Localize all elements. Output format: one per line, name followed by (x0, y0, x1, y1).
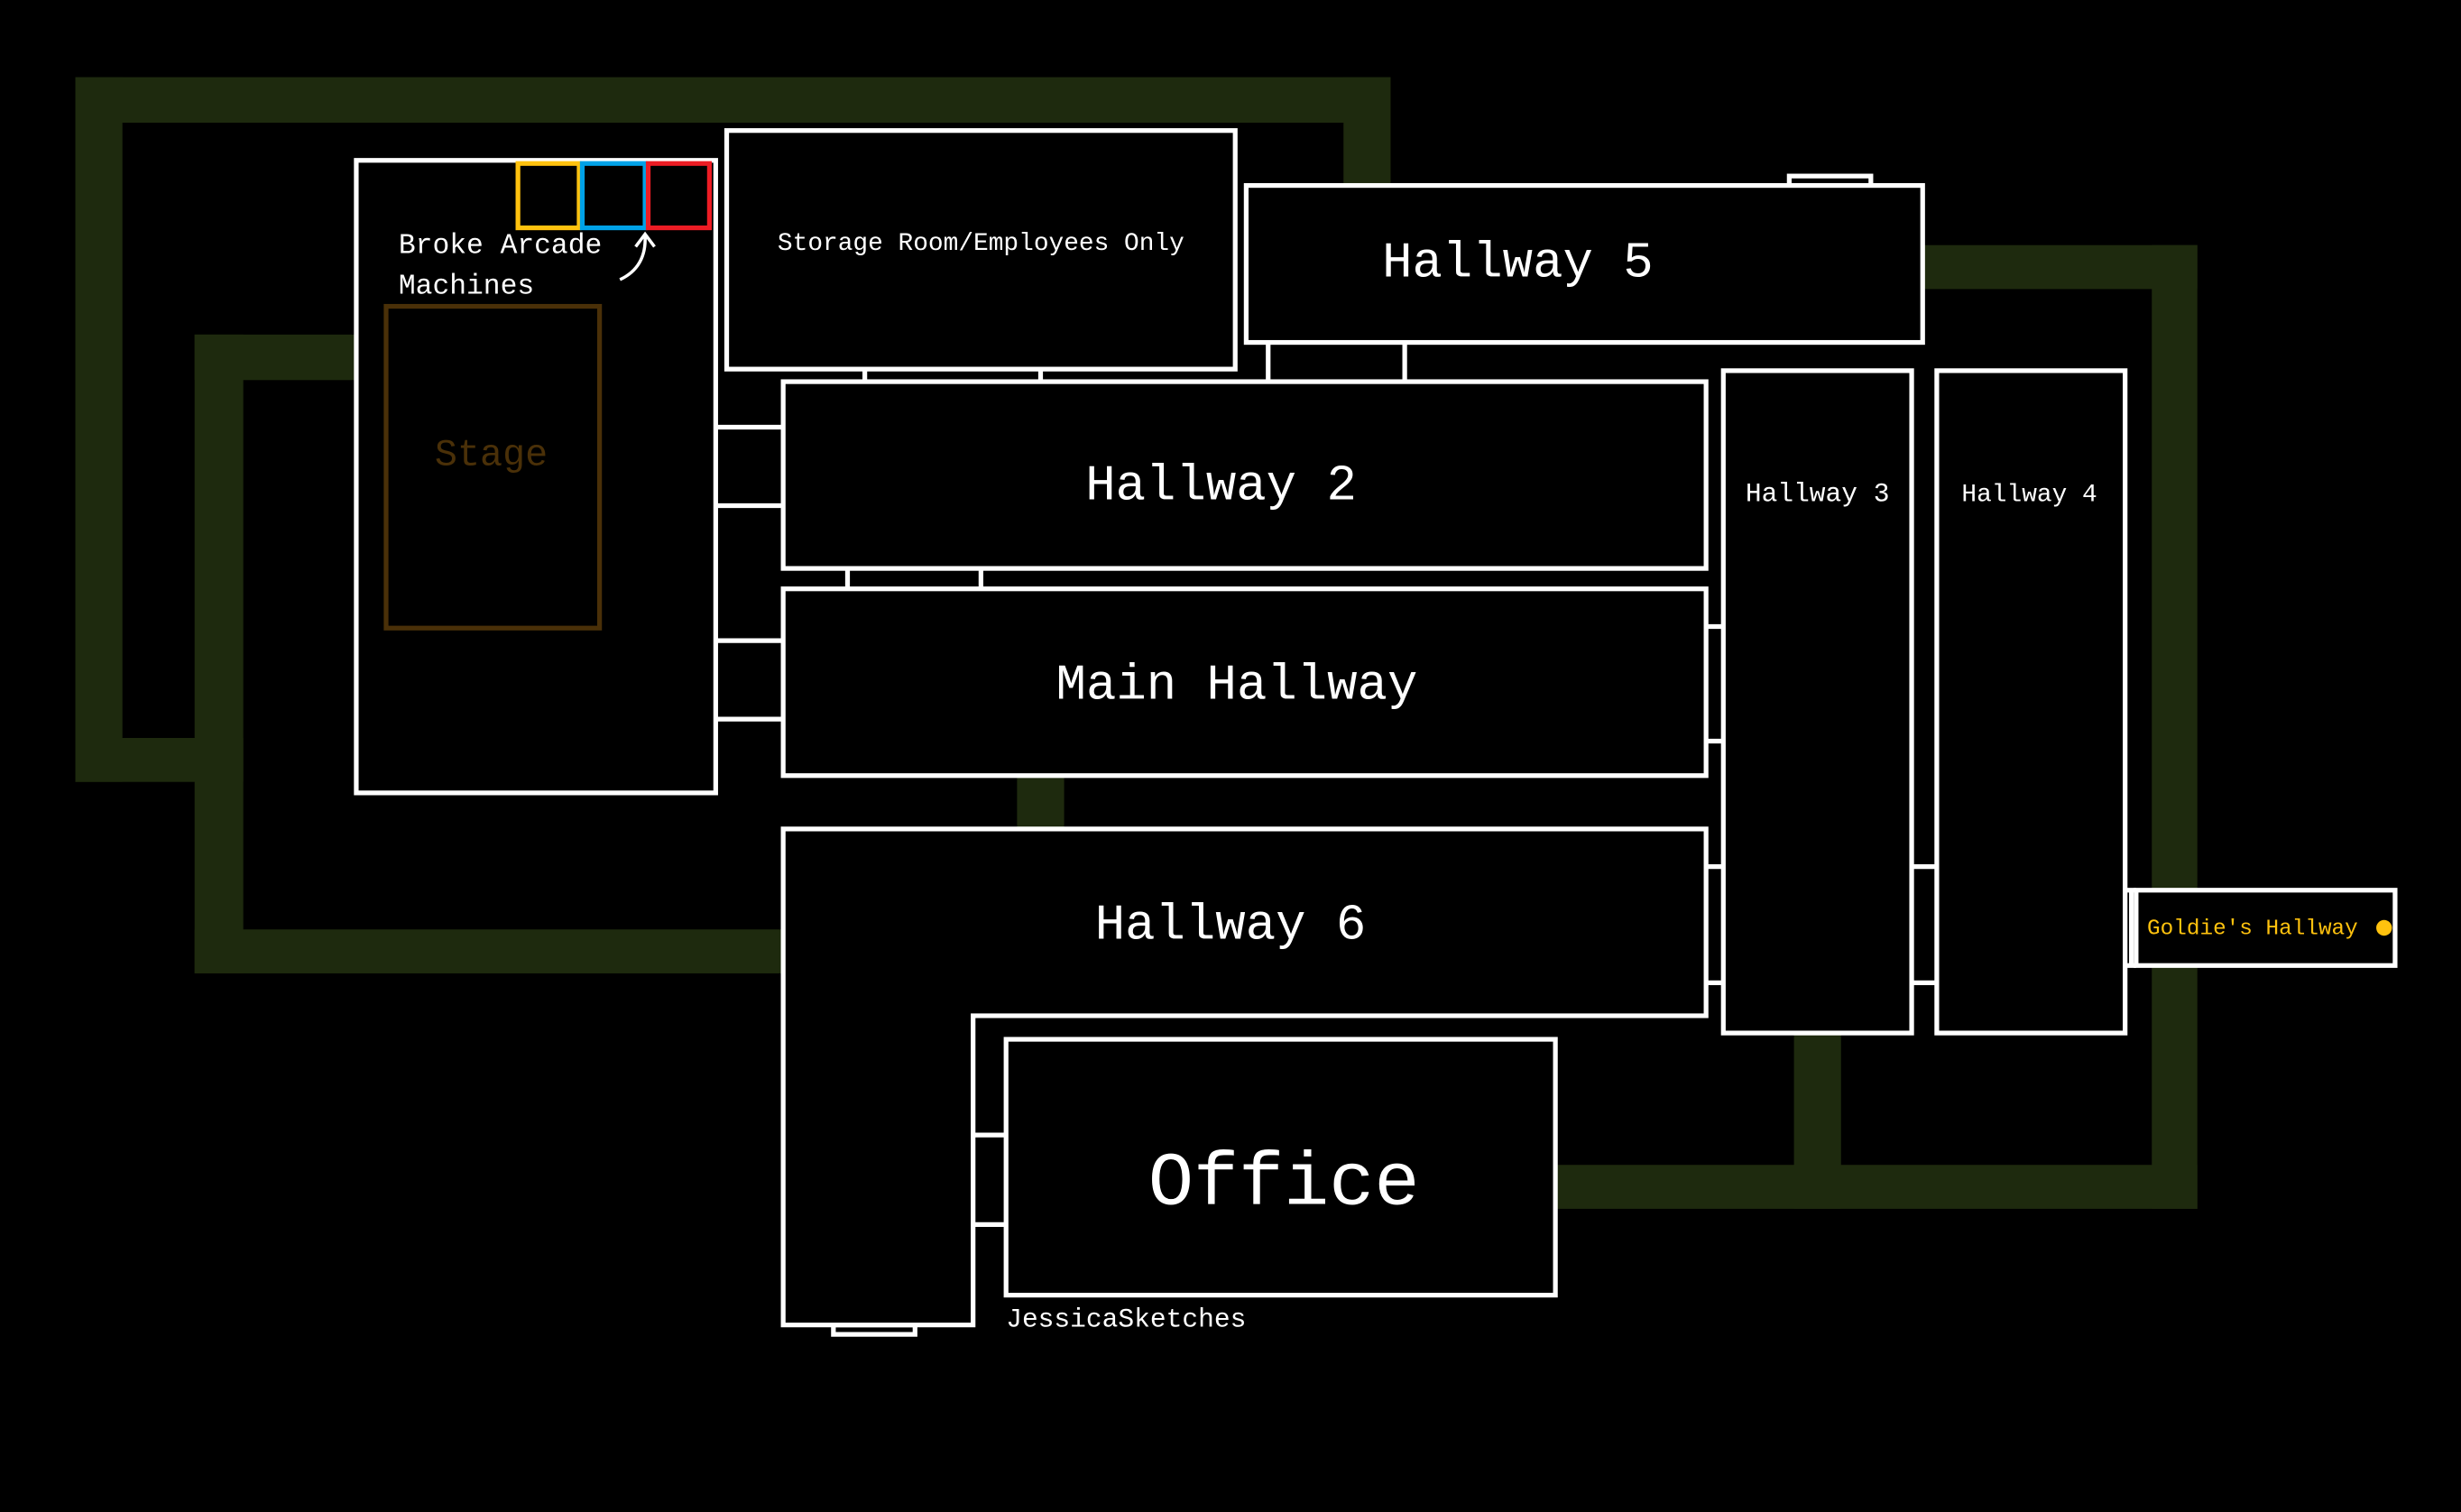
stage-room: Broke Arcade Machines Stage (354, 158, 718, 796)
hallway3-label: Hallway 3 (1746, 478, 1890, 509)
hallway-5: Hallway 5 (1243, 182, 1925, 346)
main-hallway-label: Main Hallway (1056, 657, 1418, 714)
hallway6-label: Hallway 6 (1095, 898, 1367, 954)
storage-room: Storage Room/Employees Only (724, 128, 1238, 372)
hallway-4: Hallway 4 (1934, 368, 2128, 1036)
stage-label: Stage (435, 433, 548, 476)
hallway-3: Hallway 3 (1720, 368, 1914, 1036)
office: Office (1003, 1037, 1558, 1298)
office-label: Office (1148, 1142, 1420, 1228)
hallway-2: Hallway 2 (780, 379, 1709, 571)
arcade-label-2: Machines (399, 272, 534, 303)
goldies-hallway: Goldie's Hallway (2129, 888, 2398, 968)
artist-credit: JessicaSketches (1006, 1304, 1246, 1334)
floor-map: Broke Arcade Machines Stage Storage Room… (75, 77, 2398, 1337)
hallway5-label: Hallway 5 (1382, 235, 1654, 291)
hallway2-label: Hallway 2 (1085, 458, 1357, 515)
main-hallway: Main Hallway (780, 586, 1709, 779)
arcade-label: Broke Arcade (399, 230, 602, 262)
goldies-hallway-label: Goldie's Hallway (2147, 917, 2358, 941)
goldie-marker-icon (2376, 919, 2392, 936)
storage-label: Storage Room/Employees Only (778, 230, 1184, 258)
hallway4-label: Hallway 4 (1961, 481, 2097, 509)
